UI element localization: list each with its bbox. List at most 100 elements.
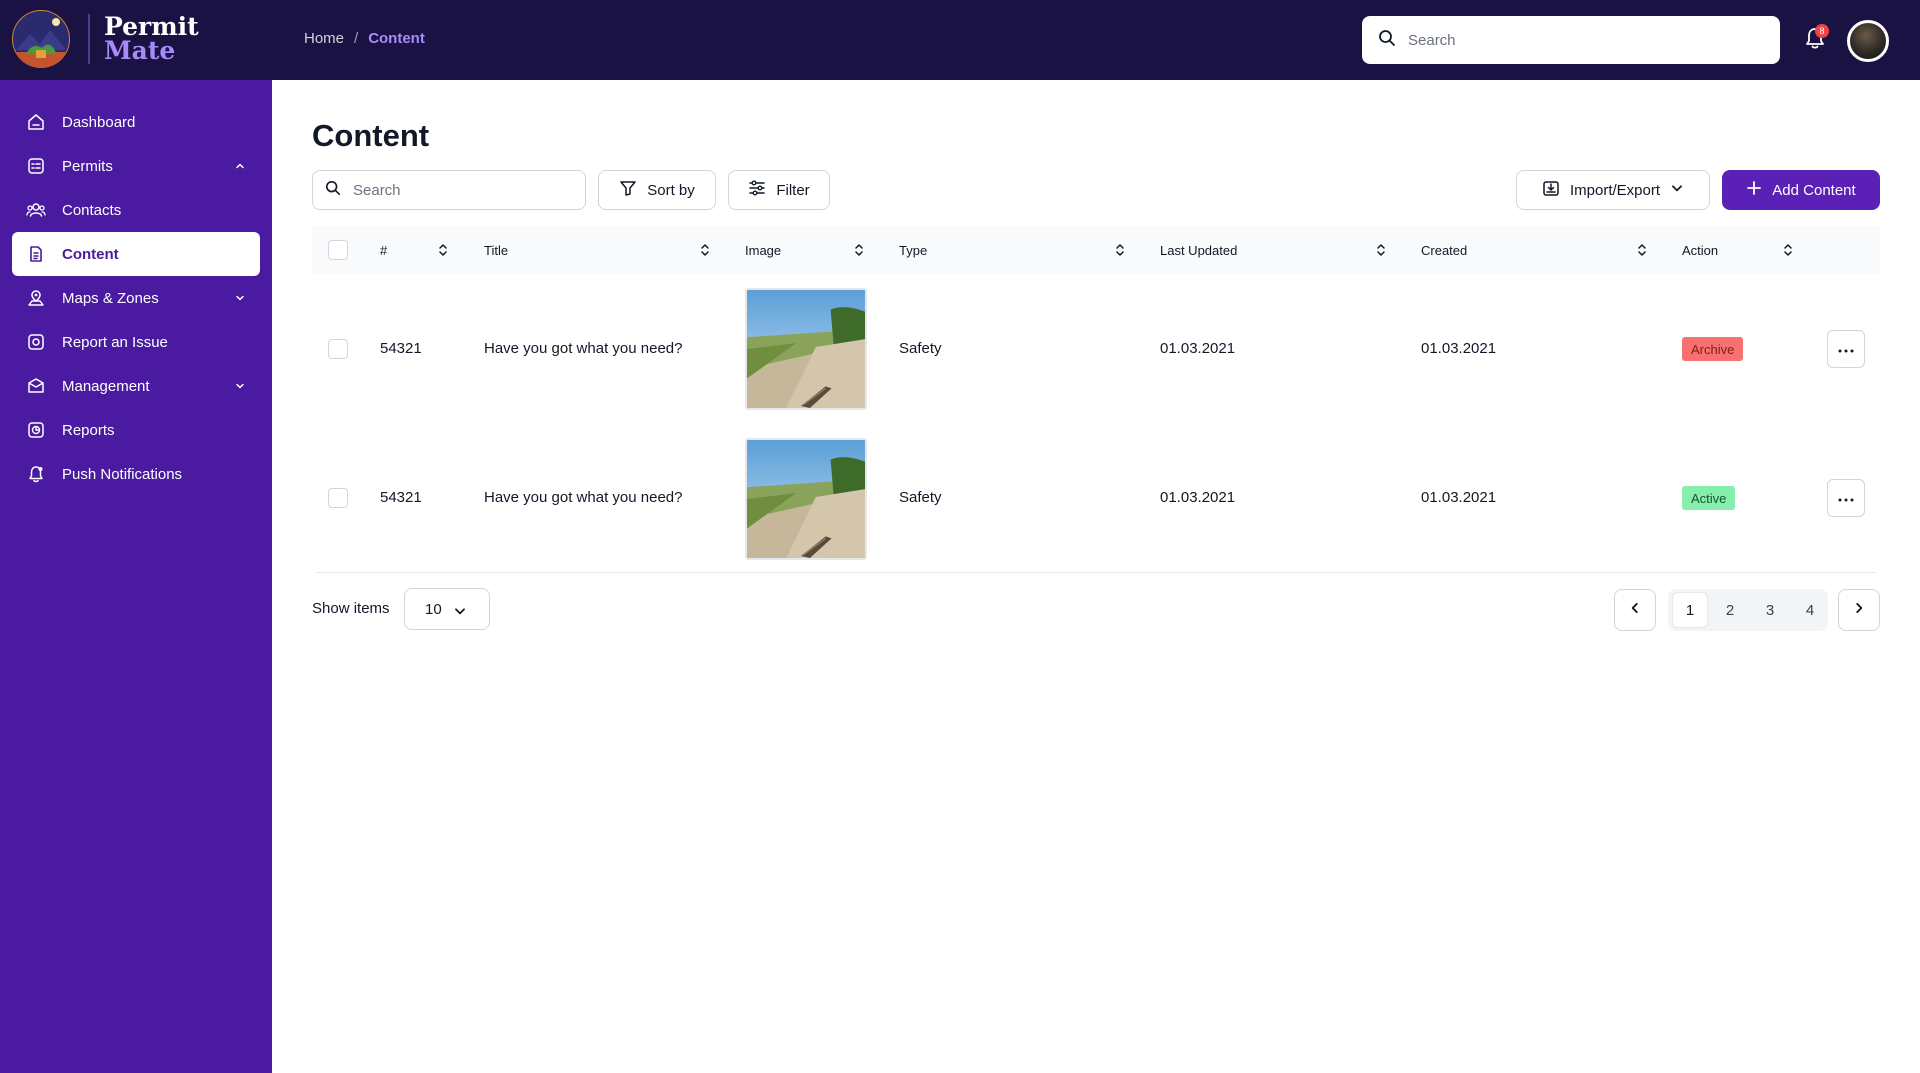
sidebar-item-label: Content [62, 245, 119, 263]
row-last-updated: 01.03.2021 [1160, 489, 1236, 506]
breadcrumb: Home / Content [304, 30, 425, 47]
filter-label: Filter [776, 181, 810, 199]
sidebar-item-maps-zones[interactable]: Maps & Zones [12, 276, 260, 320]
add-content-button[interactable]: Add Content [1722, 170, 1880, 210]
chevron-right-icon [1852, 601, 1866, 620]
column-header-type[interactable]: Type [899, 226, 927, 274]
column-header-id[interactable]: # [380, 226, 387, 274]
report-issue-icon [26, 332, 46, 352]
sort-by-button[interactable]: Sort by [598, 170, 716, 210]
filter-sliders-icon [748, 179, 766, 201]
content-search-input[interactable] [353, 181, 563, 199]
add-content-label: Add Content [1772, 181, 1856, 199]
row-title[interactable]: Have you got what you need? [484, 489, 682, 506]
chevron-down-icon[interactable] [234, 291, 246, 303]
row-checkbox[interactable] [328, 339, 348, 359]
pagination-pages: 1 2 3 4 [1668, 589, 1828, 631]
reports-icon [26, 420, 46, 440]
filter-button[interactable]: Filter [728, 170, 830, 210]
pagination-prev-button[interactable] [1614, 589, 1656, 631]
sidebar-item-label: Contacts [62, 201, 122, 219]
content-icon [26, 244, 46, 264]
push-notification-icon [26, 464, 46, 484]
row-thumbnail[interactable] [745, 288, 867, 410]
column-header-last-updated[interactable]: Last Updated [1160, 226, 1237, 274]
sidebar-item-push-notifications[interactable]: Push Notifications [12, 452, 260, 496]
row-more-actions-button[interactable] [1827, 479, 1865, 517]
table-row[interactable]: 54321 Have you got what you need? Safety… [312, 424, 1880, 574]
sidebar-item-dashboard[interactable]: Dashboard [12, 100, 260, 144]
chevron-left-icon [1628, 601, 1642, 620]
page-size-select[interactable]: 10 [404, 588, 490, 630]
global-search[interactable] [1362, 16, 1780, 64]
show-items-label: Show items [312, 600, 390, 617]
row-title[interactable]: Have you got what you need? [484, 340, 682, 357]
sidebar-item-label: Permits [62, 157, 113, 175]
row-checkbox[interactable] [328, 488, 348, 508]
sidebar-item-management[interactable]: Management [12, 364, 260, 408]
sidebar-item-reports[interactable]: Reports [12, 408, 260, 452]
pagination-next-button[interactable] [1838, 589, 1880, 631]
column-header-title[interactable]: Title [484, 226, 508, 274]
breadcrumb-current: Content [368, 30, 425, 47]
row-created: 01.03.2021 [1421, 340, 1497, 357]
row-id: 54321 [380, 489, 422, 506]
notification-count-badge: 8 [1815, 24, 1829, 38]
breadcrumb-home[interactable]: Home [304, 30, 344, 47]
chevron-down-icon[interactable] [234, 379, 246, 391]
sort-icon[interactable] [1376, 243, 1386, 257]
column-header-image[interactable]: Image [745, 226, 781, 274]
management-icon [26, 376, 46, 396]
logo-emblem [12, 10, 70, 68]
chevron-down-icon [1670, 181, 1684, 199]
status-badge: Archive [1682, 337, 1744, 361]
content-search[interactable] [312, 170, 586, 210]
row-type: Safety [899, 340, 942, 357]
pagination-page[interactable]: 1 [1672, 592, 1708, 628]
import-export-button[interactable]: Import/Export [1516, 170, 1710, 210]
brand-logo[interactable]: Permit Mate [12, 10, 199, 68]
row-id: 54321 [380, 340, 422, 357]
sidebar-item-label: Dashboard [62, 113, 136, 131]
pagination-page[interactable]: 2 [1712, 592, 1748, 628]
sort-icon[interactable] [854, 243, 864, 257]
sort-by-label: Sort by [647, 181, 695, 199]
sort-icon[interactable] [438, 243, 448, 257]
select-all-checkbox[interactable] [328, 240, 348, 260]
table-divider [316, 572, 1876, 573]
chevron-up-icon[interactable] [234, 159, 246, 171]
status-badge: Active [1682, 486, 1736, 510]
pagination-page[interactable]: 3 [1752, 592, 1788, 628]
sort-icon[interactable] [1783, 243, 1793, 257]
sidebar-item-report-issue[interactable]: Report an Issue [12, 320, 260, 364]
sort-icon[interactable] [1115, 243, 1125, 257]
sidebar-item-content[interactable]: Content [12, 232, 260, 276]
dashboard-icon [26, 112, 46, 132]
sort-icon[interactable] [700, 243, 710, 257]
chevron-down-icon [453, 604, 467, 622]
contacts-icon [26, 200, 46, 220]
column-header-action[interactable]: Action [1682, 226, 1718, 274]
column-header-created[interactable]: Created [1421, 226, 1467, 274]
logo-divider [88, 14, 90, 64]
row-thumbnail[interactable] [745, 438, 867, 560]
map-icon [26, 288, 46, 308]
more-dots-icon [1838, 340, 1854, 358]
table-row[interactable]: 54321 Have you got what you need? Safety… [312, 274, 1880, 424]
row-last-updated: 01.03.2021 [1160, 340, 1236, 357]
top-bar: Permit Mate Home / Content 8 [0, 0, 1920, 80]
sidebar-item-label: Management [62, 377, 150, 395]
search-icon [1378, 29, 1396, 52]
sidebar-item-contacts[interactable]: Contacts [12, 188, 260, 232]
row-type: Safety [899, 489, 942, 506]
sort-icon[interactable] [1637, 243, 1647, 257]
permits-icon [26, 156, 46, 176]
pagination-page[interactable]: 4 [1792, 592, 1828, 628]
user-avatar[interactable] [1847, 20, 1889, 62]
global-search-input[interactable] [1408, 31, 1748, 49]
sidebar-item-label: Push Notifications [62, 465, 183, 483]
row-more-actions-button[interactable] [1827, 330, 1865, 368]
sidebar-item-permits[interactable]: Permits [12, 144, 260, 188]
sidebar-item-label: Report an Issue [62, 333, 168, 351]
brand-name-line2: Mate [104, 36, 176, 65]
